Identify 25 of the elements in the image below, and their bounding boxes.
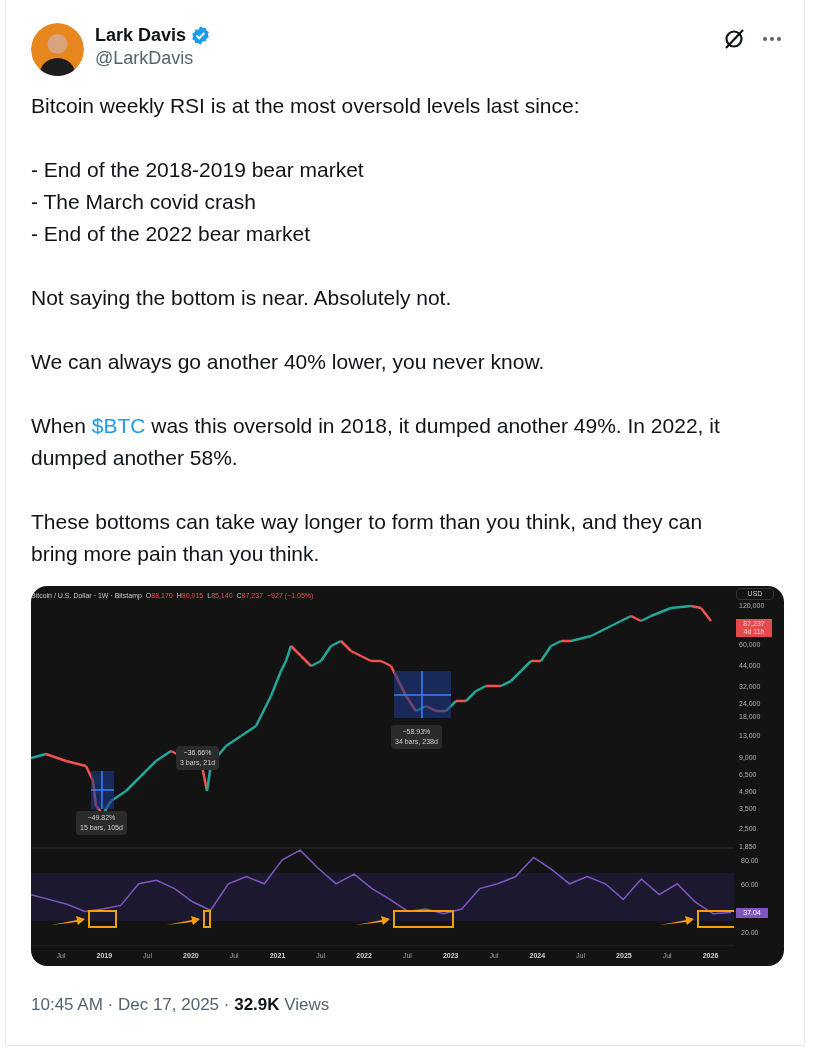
- measure-tool-drawing: [90, 770, 115, 810]
- highlight-box: [88, 910, 117, 928]
- post-text: When $BTC was this oversold in 2018, it dumped another 49%. In 2022, it dumped another 58%.: [31, 413, 721, 471]
- arrow-icon: [660, 916, 694, 925]
- verified-badge-icon: [190, 24, 212, 46]
- arrow-icon: [356, 916, 390, 925]
- arrow-icon: [51, 916, 85, 925]
- measure-tool-drawing: [393, 670, 452, 719]
- post-text: Not saying the bottom is near. Absolutely not.: [31, 285, 453, 311]
- author-handle[interactable]: @LarkDavis: [95, 47, 212, 69]
- grok-icon[interactable]: [722, 27, 746, 51]
- highlight-box: [203, 910, 211, 928]
- post-text: - End of the 2022 bear market: [31, 221, 311, 247]
- more-icon[interactable]: [762, 36, 782, 42]
- arrow-icon: [166, 916, 200, 925]
- avatar[interactable]: [31, 23, 84, 76]
- highlight-box: [697, 910, 734, 928]
- post-text: - The March covid crash: [31, 189, 257, 215]
- highlight-box: [393, 910, 454, 928]
- post-text: These bottoms can take way longer to form than you think, and they can bring more pain than you think.: [31, 509, 704, 567]
- author-name[interactable]: Lark Davis: [95, 23, 187, 47]
- post-text: - End of the 2018-2019 bear market: [31, 157, 365, 183]
- post-meta: 10:45 AM · Dec 17, 2025 · 32.9K Views: [31, 995, 330, 1014]
- post-text: Bitcoin weekly RSI is at the most oversold levels last since:: [31, 93, 581, 119]
- post-text: We can always go another 40% lower, you never know.: [31, 349, 546, 375]
